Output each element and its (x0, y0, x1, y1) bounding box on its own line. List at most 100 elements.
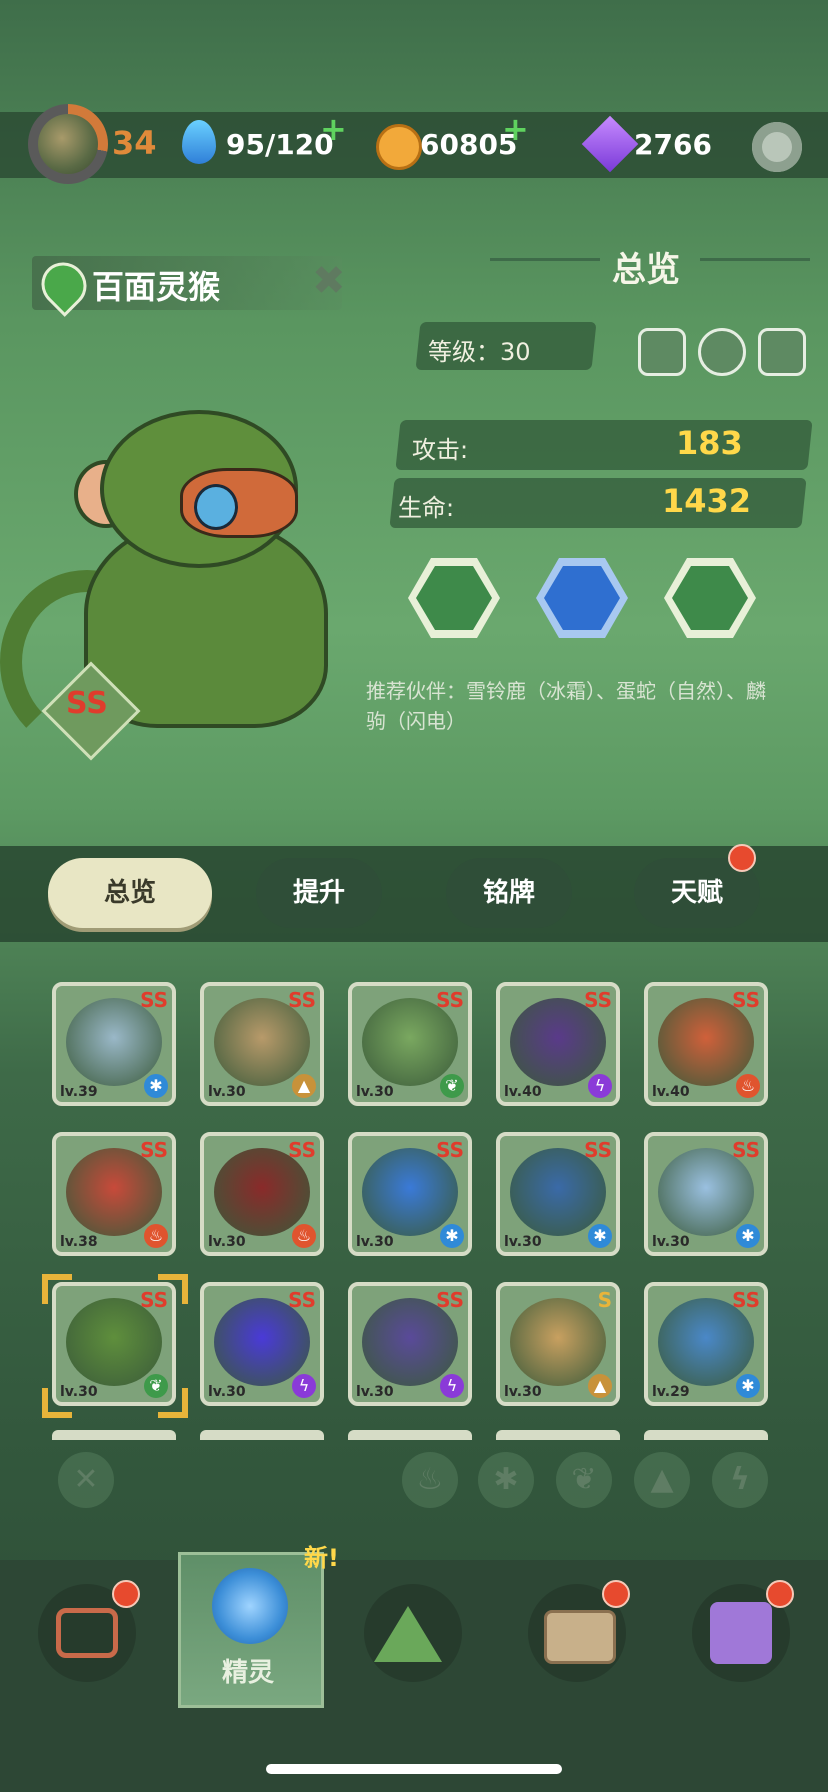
gems-value: 2766 (634, 128, 712, 161)
stamina-value: 95/120 (226, 128, 334, 161)
card-level: lv.39 (60, 1084, 98, 1100)
add-coins-button[interactable]: + (502, 110, 529, 148)
home-indicator (266, 1764, 562, 1774)
card-rank: SS (288, 1138, 316, 1162)
avatar-image (38, 114, 98, 174)
mountain-icon (374, 1606, 442, 1662)
card-rank: SS (732, 988, 760, 1012)
selection-corner (158, 1274, 188, 1304)
pet-card[interactable]: Slv.30 ▲ (496, 1282, 620, 1406)
card-rank: SS (140, 1138, 168, 1162)
coin-icon (376, 124, 422, 170)
selection-corner (42, 1388, 72, 1418)
map-pin-icon (710, 1602, 772, 1664)
card-rank: SS (732, 1288, 760, 1312)
ice-element-icon: ✱ (144, 1074, 168, 1098)
title-ornament-right (700, 258, 810, 261)
electric-element-icon: ϟ (292, 1374, 316, 1398)
notification-dot (766, 1580, 794, 1608)
earth-element-icon: ▲ (292, 1074, 316, 1098)
monkey-eye (194, 484, 238, 530)
tab-nameplate[interactable]: 铭牌 (446, 858, 572, 928)
skill-wind-button[interactable] (408, 558, 500, 638)
fire-element-icon: ♨ (736, 1074, 760, 1098)
card-rank: SS (584, 988, 612, 1012)
electric-filter-icon[interactable]: ϟ (712, 1452, 768, 1508)
fire-element-icon: ♨ (144, 1224, 168, 1248)
fire-element-icon: ♨ (292, 1224, 316, 1248)
electric-element-icon: ϟ (588, 1074, 612, 1098)
fire-filter-icon[interactable]: ♨ (402, 1452, 458, 1508)
card-level: lv.30 (356, 1384, 394, 1400)
shield-icon (544, 566, 620, 630)
seed-icon (672, 566, 748, 630)
card-rank: SS (436, 1138, 464, 1162)
card-level: lv.40 (652, 1084, 690, 1100)
pet-card[interactable]: SS lv.30 ♨ (200, 1132, 324, 1256)
pet-card[interactable]: SS lv.29 ✱ (644, 1282, 768, 1406)
pet-card[interactable]: SS lv.30 ✱ (496, 1132, 620, 1256)
nav-mountain-button[interactable] (364, 1584, 462, 1682)
hp-label: 生命: (398, 494, 455, 522)
attack-value: 183 (676, 424, 743, 462)
ice-element-icon: ✱ (440, 1224, 464, 1248)
card-level: lv.29 (652, 1384, 690, 1400)
pet-portrait (510, 1298, 606, 1386)
close-icon[interactable]: ✖ (312, 258, 346, 304)
circle-button[interactable] (698, 328, 746, 376)
rank-text: SS (66, 686, 108, 721)
card-level: lv.30 (208, 1234, 246, 1250)
card-partial (496, 1430, 620, 1440)
clear-filter-icon[interactable]: ✕ (58, 1452, 114, 1508)
earth-filter-icon[interactable]: ▲ (634, 1452, 690, 1508)
card-level: lv.30 (504, 1384, 542, 1400)
gear-icon[interactable] (752, 122, 802, 172)
ice-element-icon: ✱ (736, 1374, 760, 1398)
attack-label: 攻击: (412, 436, 469, 464)
selection-corner (158, 1388, 188, 1418)
notification-dot (602, 1580, 630, 1608)
lock-button[interactable] (758, 328, 806, 376)
card-level: lv.30 (652, 1234, 690, 1250)
ice-filter-icon[interactable]: ✱ (478, 1452, 534, 1508)
pet-card[interactable]: SS lv.40 ♨ (644, 982, 768, 1106)
pet-card[interactable]: SS lv.30 ϟ (200, 1282, 324, 1406)
title-ornament-left (490, 258, 600, 261)
card-rank: SS (732, 1138, 760, 1162)
ice-element-icon: ✱ (736, 1224, 760, 1248)
notification-dot (112, 1580, 140, 1608)
add-stamina-button[interactable]: + (320, 110, 347, 148)
hp-value: 1432 (662, 482, 752, 520)
flag-button[interactable] (638, 328, 686, 376)
pet-card[interactable]: SS lv.30 ✱ (348, 1132, 472, 1256)
pet-card[interactable]: SS lv.30 ϟ (348, 1282, 472, 1406)
console-icon (56, 1608, 118, 1658)
pet-card[interactable]: SS lv.30 ❦ (348, 982, 472, 1106)
notification-dot (728, 844, 756, 872)
pet-card[interactable]: SS lv.30 ▲ (200, 982, 324, 1106)
card-rank: SS (288, 988, 316, 1012)
card-rank: SS (288, 1288, 316, 1312)
nature-element-icon: ❦ (440, 1074, 464, 1098)
pet-card[interactable]: SS lv.39 ✱ (52, 982, 176, 1106)
pet-card[interactable]: SS lv.38 ♨ (52, 1132, 176, 1256)
card-level: lv.30 (504, 1234, 542, 1250)
wind-icon (416, 566, 492, 630)
card-level: lv.30 (356, 1234, 394, 1250)
new-badge: 新! (304, 1544, 339, 1572)
pet-card[interactable]: SS lv.40 ϟ (496, 982, 620, 1106)
pet-card[interactable]: SS lv.30 ✱ (644, 1132, 768, 1256)
pet-name: 百面灵猴 (92, 268, 221, 306)
tab-upgrade[interactable]: 提升 (256, 858, 382, 928)
nature-filter-icon[interactable]: ❦ (556, 1452, 612, 1508)
earth-element-icon: ▲ (588, 1374, 612, 1398)
card-level: lv.30 (208, 1384, 246, 1400)
card-level: lv.30 (356, 1084, 394, 1100)
ice-element-icon: ✱ (588, 1224, 612, 1248)
aperture-icon (212, 1568, 288, 1644)
card-rank: SS (584, 1138, 612, 1162)
skill-shield-button[interactable] (536, 558, 628, 638)
skill-seed-button[interactable] (664, 558, 756, 638)
tab-overview[interactable]: 总览 (48, 858, 212, 928)
card-partial (52, 1430, 176, 1440)
